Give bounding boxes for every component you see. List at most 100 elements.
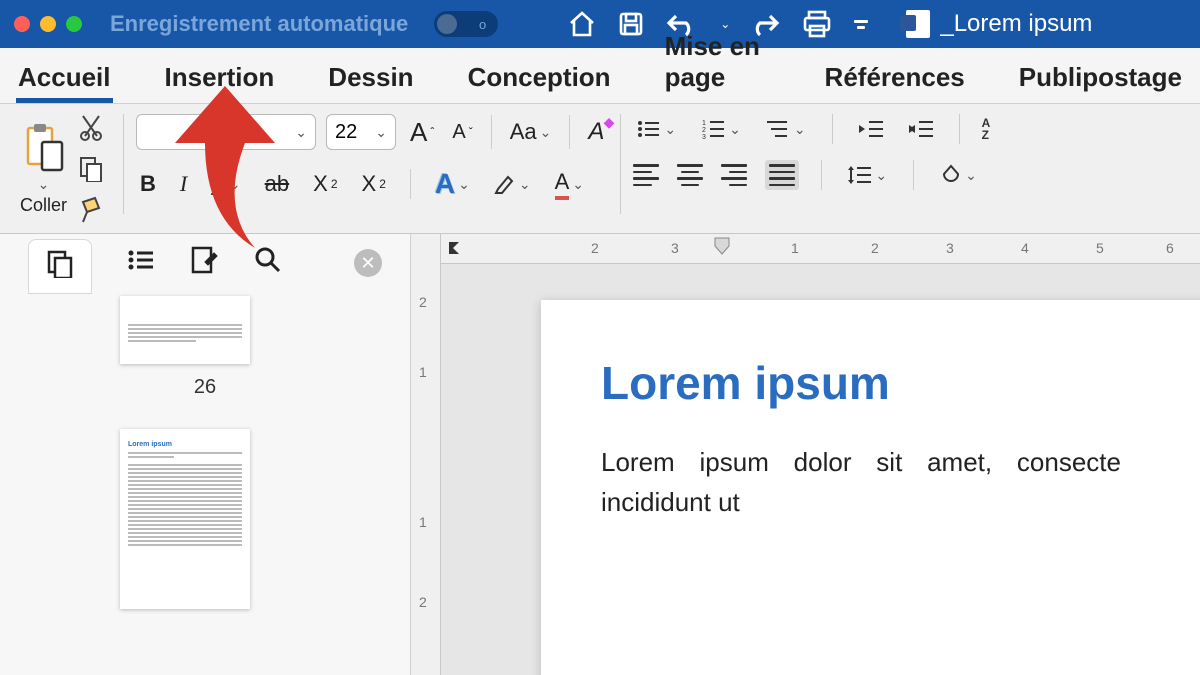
hruler-mark: 3 — [671, 240, 679, 256]
tab-mise-en-page[interactable]: Mise en page — [663, 19, 773, 103]
tab-conception[interactable]: Conception — [466, 50, 613, 103]
vertical-ruler[interactable]: 2 1 1 2 — [411, 234, 441, 675]
separator — [959, 114, 960, 144]
numbering-button[interactable]: 123⌄ — [698, 117, 745, 141]
thumbnail-page-26[interactable] — [120, 296, 250, 364]
tab-references[interactable]: Références — [823, 50, 967, 103]
separator — [410, 169, 411, 199]
workspace: ✕ 26 Lorem ipsum 2 1 1 2 2 3 1 — [0, 234, 1200, 675]
tab-selector-icon[interactable] — [447, 240, 461, 256]
underline-label: S — [211, 171, 226, 197]
superscript-button[interactable]: X2 — [358, 169, 390, 199]
font-color-button[interactable]: A⌄ — [551, 167, 588, 202]
maximize-window-button[interactable] — [66, 16, 82, 32]
underline-button[interactable]: S⌄ — [207, 169, 244, 199]
vruler-mark: 1 — [419, 364, 427, 380]
close-pane-button[interactable]: ✕ — [354, 249, 382, 277]
document-area: 2 1 1 2 2 3 1 2 3 4 5 6 7 Lorem ipsum — [411, 234, 1200, 675]
text-effects-icon: A — [435, 168, 455, 200]
thumbnails-tab[interactable] — [28, 239, 92, 294]
italic-button[interactable]: I — [176, 169, 191, 199]
separator — [569, 115, 570, 149]
line-spacing-button[interactable]: ⌄ — [844, 162, 891, 188]
numbering-icon: 123 — [702, 119, 726, 139]
highlight-button[interactable]: ⌄ — [490, 171, 535, 197]
separator — [620, 114, 621, 214]
document-title[interactable]: _Lorem ipsum — [906, 10, 1092, 38]
page-canvas[interactable]: Lorem ipsum Lorem ipsum dolor sit amet, … — [441, 264, 1200, 675]
hruler-mark: 6 — [1166, 240, 1174, 256]
shading-button[interactable]: ⌄ — [936, 162, 981, 188]
indent-marker-icon[interactable] — [713, 236, 731, 256]
search-tab[interactable] — [254, 246, 282, 281]
tab-insertion[interactable]: Insertion — [163, 50, 277, 103]
multilevel-list-button[interactable]: ⌄ — [763, 117, 810, 141]
strikethrough-button[interactable]: ab — [261, 169, 293, 199]
cut-icon[interactable] — [79, 114, 103, 142]
sub-2: 2 — [331, 177, 338, 191]
clipboard-group: ⌄ Coller — [14, 114, 111, 224]
paragraph-group: ⌄ 123⌄ ⌄ AZ ⌄ ⌄ — [633, 114, 990, 190]
increase-font-icon[interactable]: Aˆ — [406, 115, 438, 150]
search-icon — [254, 246, 282, 274]
increase-indent-button[interactable] — [905, 117, 937, 141]
close-window-button[interactable] — [14, 16, 30, 32]
tab-dessin[interactable]: Dessin — [326, 50, 415, 103]
document-body-text[interactable]: Lorem ipsum dolor sit amet, consecte inc… — [601, 442, 1121, 523]
ribbon-tabs: Accueil Insertion Dessin Conception Mise… — [0, 48, 1200, 104]
svg-text:1: 1 — [702, 120, 706, 127]
minimize-window-button[interactable] — [40, 16, 56, 32]
save-icon[interactable] — [618, 11, 644, 37]
text-effects-button[interactable]: A⌄ — [431, 166, 474, 202]
vruler-mark: 2 — [419, 594, 427, 610]
font-size-select[interactable]: 22⌄ — [326, 114, 396, 150]
format-painter-icon[interactable] — [79, 196, 105, 224]
bold-button[interactable]: B — [136, 169, 160, 199]
home-icon[interactable] — [568, 11, 596, 37]
autosave-toggle[interactable]: o — [434, 11, 498, 37]
print-icon[interactable] — [802, 10, 832, 38]
hruler-mark: 3 — [946, 240, 954, 256]
customize-toolbar-icon[interactable] — [854, 20, 868, 29]
decrease-font-icon[interactable]: Aˇ — [448, 119, 476, 146]
tab-accueil[interactable]: Accueil — [16, 50, 113, 103]
decrease-indent-icon — [859, 119, 883, 139]
hruler-mark: 5 — [1096, 240, 1104, 256]
hruler-mark: 2 — [871, 240, 879, 256]
tab-publipostage[interactable]: Publipostage — [1017, 50, 1184, 103]
change-case-label: Aa — [510, 119, 537, 145]
align-left-button[interactable] — [633, 164, 659, 186]
clear-formatting-icon[interactable]: A◆ — [584, 116, 608, 148]
paste-button[interactable]: ⌄ Coller — [20, 122, 67, 216]
headings-tab[interactable] — [128, 249, 154, 278]
ribbon: ⌄ Coller ⌄ 22⌄ Aˆ Aˇ Aa⌄ A◆ B I S⌄ ab — [0, 104, 1200, 234]
horizontal-ruler[interactable]: 2 3 1 2 3 4 5 6 7 — [441, 234, 1200, 264]
svg-text:3: 3 — [702, 134, 706, 139]
align-center-button[interactable] — [677, 164, 703, 186]
document-heading[interactable]: Lorem ipsum — [601, 356, 1200, 410]
align-right-button[interactable] — [721, 164, 747, 186]
subscript-button[interactable]: X2 — [309, 169, 341, 199]
svg-text:2: 2 — [702, 127, 706, 134]
paste-icon — [22, 122, 66, 174]
bullets-button[interactable]: ⌄ — [633, 117, 680, 141]
separator — [491, 115, 492, 149]
decrease-indent-button[interactable] — [855, 117, 887, 141]
sort-button[interactable]: AZ — [982, 117, 991, 141]
document-page[interactable]: Lorem ipsum Lorem ipsum dolor sit amet, … — [541, 300, 1200, 675]
review-tab[interactable] — [190, 246, 218, 281]
hruler-mark: 1 — [791, 240, 799, 256]
toggle-knob — [437, 14, 457, 34]
font-family-select[interactable]: ⌄ — [136, 114, 316, 150]
shading-icon — [940, 164, 962, 186]
highlight-icon — [494, 173, 516, 195]
titlebar: Enregistrement automatique o ⌄ _Lorem ip… — [0, 0, 1200, 48]
pages-icon — [47, 250, 73, 278]
vruler-mark: 2 — [419, 294, 427, 310]
thumbnails-list[interactable]: 26 Lorem ipsum — [0, 292, 410, 675]
thumbnail-page-27[interactable]: Lorem ipsum — [120, 429, 250, 609]
align-justify-button[interactable] — [765, 160, 799, 190]
sup-x: X — [362, 171, 377, 197]
copy-icon[interactable] — [79, 156, 103, 182]
change-case-button[interactable]: Aa⌄ — [506, 117, 556, 147]
